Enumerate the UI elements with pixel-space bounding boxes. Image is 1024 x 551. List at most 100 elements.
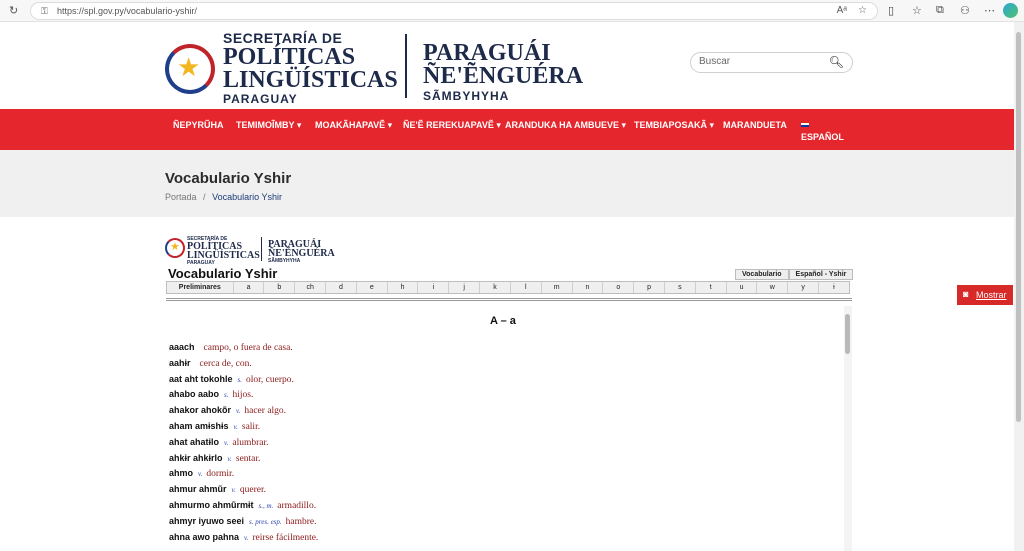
definition: armadillo. (277, 500, 317, 511)
mostrar-button[interactable]: ◙ Mostrar (957, 285, 1013, 305)
definition: sentar. (235, 453, 261, 464)
part-of-speech: s. (237, 375, 242, 384)
alphabet-link[interactable]: ɨ (819, 282, 849, 293)
entry-list: aaach campo, o fuera de casa. aahɨr cerca … (169, 342, 318, 547)
page-scrollbar[interactable] (1014, 22, 1024, 551)
list-item: ahna awo pahna v. reirse fácilmente. (169, 532, 318, 548)
address-bar[interactable]: ⚿ https://spl.gov.py/vocabulario-yshir/ … (30, 2, 878, 20)
headword: aham amɨshɨs (169, 420, 229, 431)
browser-toolbar: ↻ ⚿ https://spl.gov.py/vocabulario-yshir… (0, 0, 1024, 22)
alphabet-link[interactable]: b (264, 282, 296, 293)
definition: cerca de, con. (199, 358, 252, 369)
read-aloud-icon[interactable]: Aᵃ (837, 5, 847, 16)
menu-item-nee-rerekuapave[interactable]: ÑE'Ẽ REREKUAPAVẼ ▾ (403, 120, 501, 131)
menu-item-aranduka[interactable]: ARANDUKA HA AMBUEVE ▾ (505, 120, 626, 131)
refresh-icon[interactable]: ↻ (9, 4, 18, 17)
alphabet-link[interactable]: o (603, 282, 635, 293)
menu-item-marandueta[interactable]: MARANDUETA (723, 120, 787, 130)
definition: hijos. (232, 390, 254, 401)
alphabet-link[interactable]: y (788, 282, 820, 293)
headword: ahmo (169, 468, 194, 479)
collections-icon[interactable]: ⧉ (936, 4, 944, 17)
favorite-icon[interactable]: ☆ (858, 5, 867, 16)
star-icon: ★ (177, 52, 201, 82)
doc-seal-icon: ★ (165, 238, 185, 258)
breadcrumb-home[interactable]: Portada (165, 192, 197, 202)
menu-item-temimoimby[interactable]: TEMIMOĨMBY ▾ (236, 120, 301, 131)
logo-line-4: PARAGUAY (223, 92, 298, 106)
headword: ahmurmo ahmũrmɨt (169, 499, 254, 510)
main-menu: ÑEPYRŨHA TEMIMOĨMBY ▾ MOAKÃHAPAVẼ ▾ ÑE'Ẽ… (0, 109, 1014, 150)
doc-divider (166, 298, 852, 301)
alphabet-link[interactable]: a (234, 282, 265, 293)
search-box[interactable]: 🔍︎ (690, 52, 853, 73)
tab-vocabulario[interactable]: Vocabulario (735, 269, 789, 280)
alphabet-link[interactable]: t (696, 282, 727, 293)
headword: aaach (169, 342, 195, 352)
doc-logo-es3: LINGÜÍSTICAS (187, 250, 260, 261)
alphabet-link[interactable]: k (480, 282, 511, 293)
url-text[interactable]: https://spl.gov.py/vocabulario-yshir/ (57, 6, 197, 16)
alphabet-link[interactable]: w (757, 282, 789, 293)
alphabet-link[interactable]: s (665, 282, 696, 293)
headword: ahmur ahmũr (169, 484, 227, 495)
page-title: Vocabulario Yshir (165, 170, 292, 187)
part-of-speech: s. pres. esp. (249, 517, 282, 526)
breadcrumb: Portada / Vocabulario Yshir (165, 192, 282, 202)
search-input[interactable] (699, 56, 819, 67)
alphabet-link[interactable]: j (449, 282, 481, 293)
doc-scrollbar-thumb[interactable] (845, 314, 850, 354)
tab-espanol-yshir[interactable]: Español - Yshir (788, 269, 854, 280)
logo-gn-line-2: ÑE'ẼNGUÉRA (423, 63, 584, 89)
headword: ahkɨr ahkɨrlo (169, 452, 223, 463)
alphabet-link[interactable]: h (388, 282, 419, 293)
more-icon[interactable]: ⋯ (984, 4, 995, 17)
alphabet-link[interactable]: e (357, 282, 388, 293)
logo-line-2: POLÍTICAS (223, 44, 356, 70)
part-of-speech: s. (224, 391, 229, 400)
headword: ahabo aabo (169, 389, 220, 400)
scrollbar-thumb[interactable] (1016, 32, 1021, 422)
alphabet-link[interactable]: n (573, 282, 604, 293)
headword: aahɨr (169, 357, 191, 368)
menu-item-language[interactable]: ESPAÑOL (801, 132, 844, 142)
definition: querer. (239, 485, 266, 496)
logo-line-3: LINGÜÍSTICAS (223, 67, 398, 93)
alphabet-link[interactable]: l (511, 282, 542, 293)
extensions-icon[interactable]: ⚇ (960, 4, 970, 17)
alphabet-link[interactable]: u (727, 282, 758, 293)
breadcrumb-current: Vocabulario Yshir (212, 192, 282, 202)
alphabet-link[interactable]: ch (295, 282, 327, 293)
headword: aat aht tokohle (169, 373, 233, 384)
lock-icon[interactable]: ⚿ (41, 6, 48, 17)
split-screen-icon[interactable]: ▯ (888, 4, 894, 17)
menu-item-nepyruha[interactable]: ÑEPYRŨHA (173, 120, 224, 130)
paraguay-flag-icon[interactable] (801, 121, 809, 127)
doc-view-tabs: Vocabulario Español - Yshir (735, 269, 854, 280)
part-of-speech: v. (227, 454, 232, 463)
menu-item-moakahapave[interactable]: MOAKÃHAPAVẼ ▾ (315, 120, 392, 131)
alphabet-link[interactable]: d (326, 282, 357, 293)
part-of-speech: v. (198, 470, 203, 479)
definition: olor, cuerpo. (246, 374, 294, 385)
alphabet-link[interactable]: p (634, 282, 665, 293)
part-of-speech: v. (224, 438, 229, 447)
logo-gn-line-3: SÃMBYHYHA (423, 89, 510, 103)
alphabet-link[interactable]: i (418, 282, 450, 293)
list-item: ahabo aabo s. hijos. (169, 389, 318, 405)
menu-item-tembiaposaka[interactable]: TEMBIAPOSAKÃ ▾ (634, 120, 714, 131)
search-icon[interactable]: 🔍︎ (829, 55, 844, 69)
eye-slash-icon: ◙ (963, 289, 969, 299)
favorites-icon[interactable]: ☆ (912, 4, 922, 17)
headword: ahmyr iyuwo seei (169, 515, 245, 526)
copilot-icon[interactable] (1003, 3, 1018, 18)
logo-spanish-text[interactable]: SECRETARÍA DE POLÍTICAS LINGÜÍSTICAS PAR… (223, 30, 398, 106)
logo-guarani-text[interactable]: PARAGUÁI ÑE'ẼNGUÉRA SÃMBYHYHA (423, 41, 584, 103)
alphabet-link[interactable]: m (542, 282, 573, 293)
list-item: ahmo v. dormir. (169, 468, 318, 484)
definition: reirse fácilmente. (252, 532, 319, 543)
doc-scrollbar[interactable] (844, 306, 852, 551)
government-seal-logo[interactable]: ★ (165, 44, 215, 94)
alphabet-link[interactable]: Preliminares (167, 282, 234, 293)
list-item: aahɨr cerca de, con. (169, 358, 318, 374)
